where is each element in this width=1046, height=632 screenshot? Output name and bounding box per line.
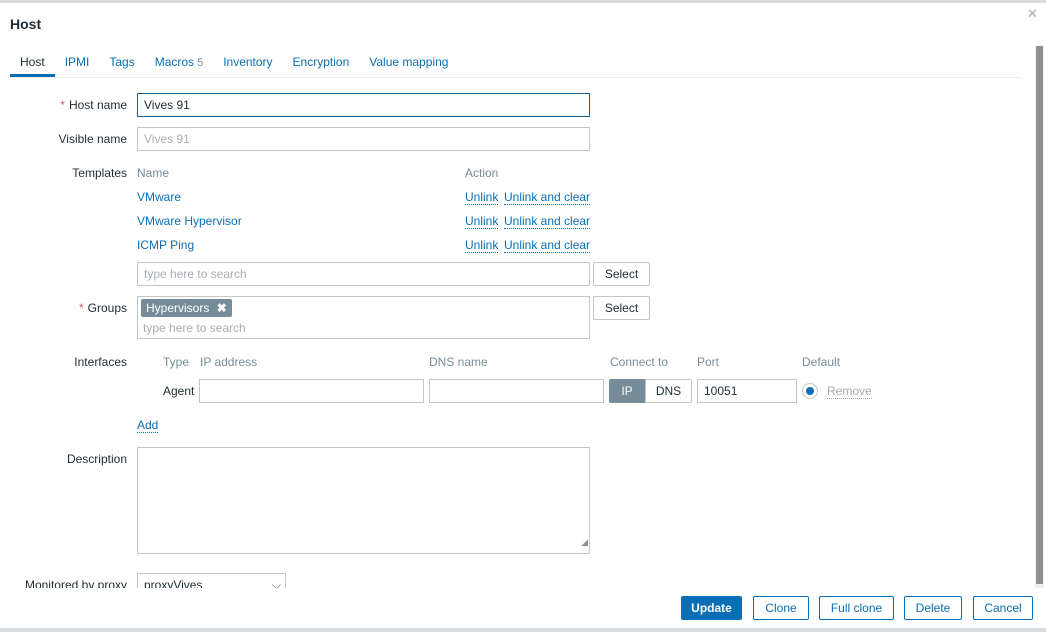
dialog-title: Host	[10, 16, 42, 32]
templates-label: Templates	[72, 166, 127, 180]
unlink-button[interactable]: Unlink	[465, 214, 499, 229]
description-label: Description	[66, 452, 127, 466]
connect-dns-button[interactable]: DNS	[645, 379, 692, 403]
remove-interface-button[interactable]: Remove	[827, 384, 872, 399]
tab-inventory[interactable]: Inventory	[213, 52, 282, 77]
visible-name-input[interactable]: Vives 91	[137, 127, 590, 151]
tab-macros[interactable]: Macros 5	[145, 52, 213, 77]
tab-value-mapping[interactable]: Value mapping	[359, 52, 458, 77]
if-col-ip: IP address	[200, 355, 258, 369]
proxy-label: Monitored by proxy	[24, 578, 127, 588]
connect-ip-button[interactable]: IP	[609, 379, 645, 403]
scrollbar-thumb[interactable]	[1036, 46, 1043, 584]
port-input[interactable]: 10051	[697, 379, 797, 403]
update-button[interactable]: Update	[681, 596, 742, 620]
templates-col-action: Action	[465, 166, 499, 180]
tab-tags[interactable]: Tags	[99, 52, 144, 77]
tab-encryption[interactable]: Encryption	[283, 52, 360, 77]
host-name-input[interactable]: Vives 91	[137, 93, 590, 117]
groups-label: * Groups	[78, 301, 127, 315]
clone-button[interactable]: Clone	[753, 596, 809, 620]
visible-name-label: Visible name	[58, 132, 127, 146]
tab-macros-label: Macros	[154, 55, 195, 69]
macros-count: 5	[197, 57, 204, 69]
unlink-clear-button[interactable]: Unlink and clear	[504, 238, 591, 253]
form-content: * Host name Vives 91 Visible name Vives 9…	[0, 79, 1034, 588]
tab-bar: Host IPMI Tags Macros 5 Inventory Encrypt…	[10, 52, 1022, 78]
tab-host[interactable]: Host	[10, 52, 55, 77]
if-col-dns: DNS name	[429, 355, 488, 369]
cancel-button[interactable]: Cancel	[973, 596, 1033, 620]
group-chip: Hypervisors ✖	[141, 299, 232, 317]
unlink-clear-button[interactable]: Unlink and clear	[504, 190, 591, 205]
unlink-button[interactable]: Unlink	[465, 238, 499, 253]
if-col-connect: Connect to	[610, 355, 669, 369]
groups-search-placeholder: type here to search	[143, 321, 246, 335]
chevron-down-icon: ⌵	[271, 578, 281, 588]
host-name-label: * Host name	[60, 98, 127, 112]
add-interface-button[interactable]: Add	[137, 418, 159, 433]
if-col-type: Type	[163, 355, 190, 369]
unlink-button[interactable]: Unlink	[465, 190, 499, 205]
bottom-border	[0, 628, 1046, 632]
unlink-clear-button[interactable]: Unlink and clear	[504, 214, 591, 229]
proxy-select[interactable]: proxyVives ⌵	[137, 573, 286, 588]
ip-address-input[interactable]	[199, 379, 424, 403]
default-radio[interactable]	[802, 383, 818, 399]
top-border	[0, 0, 1046, 3]
template-link[interactable]: VMware	[137, 190, 181, 204]
if-col-default: Default	[802, 355, 841, 369]
template-link[interactable]: ICMP Ping	[137, 238, 194, 252]
remove-chip-icon[interactable]: ✖	[217, 301, 227, 315]
full-clone-button[interactable]: Full clone	[819, 596, 894, 620]
dns-name-input[interactable]	[429, 379, 604, 403]
resize-handle-icon[interactable]: ◢	[581, 531, 588, 553]
template-link[interactable]: VMware Hypervisor	[137, 214, 242, 228]
tab-ipmi[interactable]: IPMI	[55, 52, 100, 77]
template-select-button[interactable]: Select	[593, 262, 650, 286]
templates-col-name: Name	[137, 166, 170, 180]
description-textarea[interactable]: ◢	[137, 447, 590, 554]
if-col-port: Port	[697, 355, 720, 369]
if-type: Agent	[163, 384, 195, 398]
close-icon[interactable]: ✕	[1027, 6, 1038, 22]
groups-select-button[interactable]: Select	[593, 296, 650, 320]
interfaces-label: Interfaces	[74, 355, 127, 369]
delete-button[interactable]: Delete	[904, 596, 962, 620]
template-search-input[interactable]: type here to search	[137, 262, 590, 286]
